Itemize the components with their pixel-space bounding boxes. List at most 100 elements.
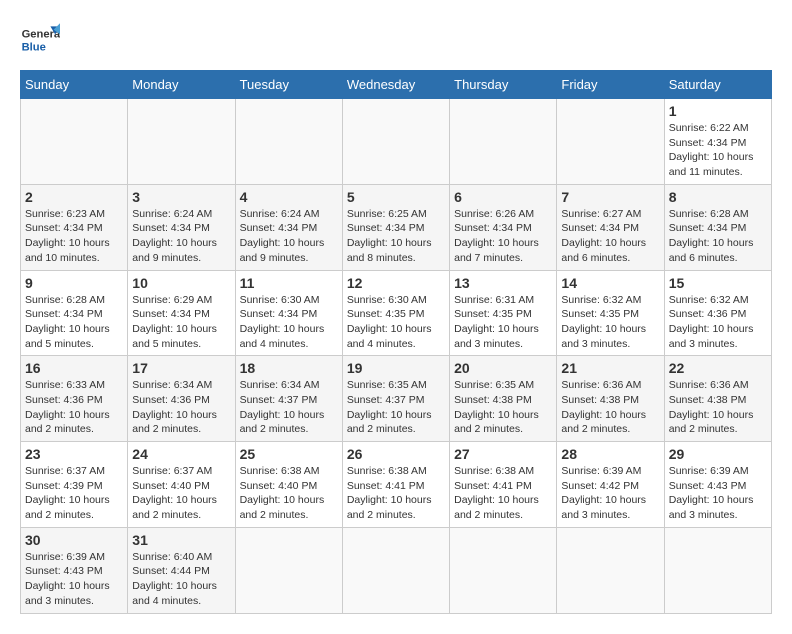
calendar-cell: [450, 527, 557, 613]
day-of-week-header: Saturday: [664, 71, 771, 99]
day-number: 5: [347, 189, 445, 205]
day-number: 27: [454, 446, 552, 462]
day-info: Sunrise: 6:33 AMSunset: 4:36 PMDaylight:…: [25, 378, 123, 437]
day-info: Sunrise: 6:29 AMSunset: 4:34 PMDaylight:…: [132, 293, 230, 352]
logo: General Blue: [20, 20, 60, 60]
calendar-cell: 19 Sunrise: 6:35 AMSunset: 4:37 PMDayligh…: [342, 356, 449, 442]
day-info: Sunrise: 6:30 AMSunset: 4:35 PMDaylight:…: [347, 293, 445, 352]
calendar-cell: [557, 99, 664, 185]
day-of-week-header: Thursday: [450, 71, 557, 99]
calendar-cell: 9Sunrise: 6:28 AMSunset: 4:34 PMDaylight…: [21, 270, 128, 356]
day-number: 12: [347, 275, 445, 291]
calendar-cell: 1 Sunrise: 6:22 AMSunset: 4:34 PMDaylight…: [664, 99, 771, 185]
day-info: Sunrise: 6:28 AMSunset: 4:34 PMDaylight:…: [25, 293, 123, 352]
day-info: Sunrise: 6:30 AMSunset: 4:34 PMDaylight:…: [240, 293, 338, 352]
day-number: 25: [240, 446, 338, 462]
calendar-cell: 2 Sunrise: 6:23 AMSunset: 4:34 PMDaylight…: [21, 184, 128, 270]
calendar-cell: 7 Sunrise: 6:27 AMSunset: 4:34 PMDaylight…: [557, 184, 664, 270]
calendar-cell: 26 Sunrise: 6:38 AMSunset: 4:41 PMDayligh…: [342, 442, 449, 528]
day-info: Sunrise: 6:36 AMSunset: 4:38 PMDaylight:…: [669, 378, 767, 437]
day-number: 4: [240, 189, 338, 205]
day-number: 2: [25, 189, 123, 205]
day-info: Sunrise: 6:22 AMSunset: 4:34 PMDaylight:…: [669, 121, 767, 180]
day-info: Sunrise: 6:27 AMSunset: 4:34 PMDaylight:…: [561, 207, 659, 266]
calendar-week-row: 16 Sunrise: 6:33 AMSunset: 4:36 PMDayligh…: [21, 356, 772, 442]
day-info: Sunrise: 6:40 AMSunset: 4:44 PMDaylight:…: [132, 550, 230, 609]
day-info: Sunrise: 6:23 AMSunset: 4:34 PMDaylight:…: [25, 207, 123, 266]
calendar-week-row: 1 Sunrise: 6:22 AMSunset: 4:34 PMDaylight…: [21, 99, 772, 185]
calendar-cell: [128, 99, 235, 185]
day-number: 29: [669, 446, 767, 462]
calendar-header-row: SundayMondayTuesdayWednesdayThursdayFrid…: [21, 71, 772, 99]
svg-text:Blue: Blue: [22, 41, 46, 53]
calendar-cell: 27 Sunrise: 6:38 AMSunset: 4:41 PMDayligh…: [450, 442, 557, 528]
day-info: Sunrise: 6:36 AMSunset: 4:38 PMDaylight:…: [561, 378, 659, 437]
day-number: 31: [132, 532, 230, 548]
day-number: 30: [25, 532, 123, 548]
calendar-cell: [557, 527, 664, 613]
day-info: Sunrise: 6:38 AMSunset: 4:41 PMDaylight:…: [347, 464, 445, 523]
day-number: 11: [240, 275, 338, 291]
calendar-cell: 3Sunrise: 6:24 AMSunset: 4:34 PMDaylight…: [128, 184, 235, 270]
day-number: 15: [669, 275, 767, 291]
calendar-week-row: 23Sunrise: 6:37 AMSunset: 4:39 PMDayligh…: [21, 442, 772, 528]
day-info: Sunrise: 6:26 AMSunset: 4:34 PMDaylight:…: [454, 207, 552, 266]
calendar-cell: [450, 99, 557, 185]
calendar-cell: [235, 527, 342, 613]
calendar-cell: 18Sunrise: 6:34 AMSunset: 4:37 PMDayligh…: [235, 356, 342, 442]
day-info: Sunrise: 6:38 AMSunset: 4:40 PMDaylight:…: [240, 464, 338, 523]
calendar-cell: 29Sunrise: 6:39 AMSunset: 4:43 PMDayligh…: [664, 442, 771, 528]
day-info: Sunrise: 6:25 AMSunset: 4:34 PMDaylight:…: [347, 207, 445, 266]
day-info: Sunrise: 6:24 AMSunset: 4:34 PMDaylight:…: [132, 207, 230, 266]
day-number: 23: [25, 446, 123, 462]
calendar-cell: 28Sunrise: 6:39 AMSunset: 4:42 PMDayligh…: [557, 442, 664, 528]
calendar-week-row: 30 Sunrise: 6:39 AMSunset: 4:43 PMDayligh…: [21, 527, 772, 613]
calendar-cell: 5 Sunrise: 6:25 AMSunset: 4:34 PMDaylight…: [342, 184, 449, 270]
day-info: Sunrise: 6:38 AMSunset: 4:41 PMDaylight:…: [454, 464, 552, 523]
calendar-cell: 25 Sunrise: 6:38 AMSunset: 4:40 PMDayligh…: [235, 442, 342, 528]
logo-icon: General Blue: [20, 20, 60, 60]
page-header: General Blue: [20, 20, 772, 60]
calendar-cell: 30 Sunrise: 6:39 AMSunset: 4:43 PMDayligh…: [21, 527, 128, 613]
calendar-cell: [664, 527, 771, 613]
calendar-cell: 24 Sunrise: 6:37 AMSunset: 4:40 PMDayligh…: [128, 442, 235, 528]
day-info: Sunrise: 6:39 AMSunset: 4:43 PMDaylight:…: [25, 550, 123, 609]
calendar-cell: 31 Sunrise: 6:40 AMSunset: 4:44 PMDayligh…: [128, 527, 235, 613]
day-number: 17: [132, 360, 230, 376]
day-number: 18: [240, 360, 338, 376]
day-info: Sunrise: 6:32 AMSunset: 4:36 PMDaylight:…: [669, 293, 767, 352]
calendar-cell: [235, 99, 342, 185]
calendar-cell: [342, 527, 449, 613]
calendar-cell: 16 Sunrise: 6:33 AMSunset: 4:36 PMDayligh…: [21, 356, 128, 442]
day-of-week-header: Tuesday: [235, 71, 342, 99]
calendar-cell: [21, 99, 128, 185]
calendar-cell: 10Sunrise: 6:29 AMSunset: 4:34 PMDayligh…: [128, 270, 235, 356]
day-number: 16: [25, 360, 123, 376]
day-number: 14: [561, 275, 659, 291]
day-info: Sunrise: 6:35 AMSunset: 4:37 PMDaylight:…: [347, 378, 445, 437]
day-info: Sunrise: 6:35 AMSunset: 4:38 PMDaylight:…: [454, 378, 552, 437]
calendar-cell: 6 Sunrise: 6:26 AMSunset: 4:34 PMDaylight…: [450, 184, 557, 270]
day-of-week-header: Friday: [557, 71, 664, 99]
day-number: 6: [454, 189, 552, 205]
day-info: Sunrise: 6:31 AMSunset: 4:35 PMDaylight:…: [454, 293, 552, 352]
calendar-week-row: 2 Sunrise: 6:23 AMSunset: 4:34 PMDaylight…: [21, 184, 772, 270]
calendar-cell: 20Sunrise: 6:35 AMSunset: 4:38 PMDayligh…: [450, 356, 557, 442]
calendar-table: SundayMondayTuesdayWednesdayThursdayFrid…: [20, 70, 772, 614]
day-info: Sunrise: 6:37 AMSunset: 4:40 PMDaylight:…: [132, 464, 230, 523]
calendar-cell: 23Sunrise: 6:37 AMSunset: 4:39 PMDayligh…: [21, 442, 128, 528]
calendar-cell: [342, 99, 449, 185]
day-number: 1: [669, 103, 767, 119]
calendar-cell: 8Sunrise: 6:28 AMSunset: 4:34 PMDaylight…: [664, 184, 771, 270]
calendar-cell: 22Sunrise: 6:36 AMSunset: 4:38 PMDayligh…: [664, 356, 771, 442]
day-number: 21: [561, 360, 659, 376]
calendar-cell: 14Sunrise: 6:32 AMSunset: 4:35 PMDayligh…: [557, 270, 664, 356]
day-number: 26: [347, 446, 445, 462]
day-number: 19: [347, 360, 445, 376]
day-number: 7: [561, 189, 659, 205]
day-of-week-header: Wednesday: [342, 71, 449, 99]
day-number: 24: [132, 446, 230, 462]
day-of-week-header: Monday: [128, 71, 235, 99]
day-of-week-header: Sunday: [21, 71, 128, 99]
day-number: 8: [669, 189, 767, 205]
